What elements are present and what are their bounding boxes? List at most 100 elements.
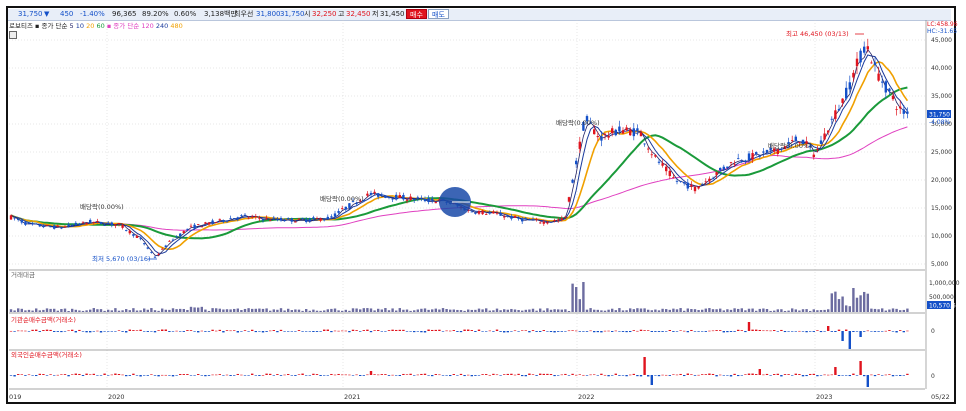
flow-bar	[161, 374, 164, 376]
flow-bar	[305, 331, 308, 332]
flow-bar	[452, 330, 455, 331]
flow-bar	[78, 329, 81, 331]
volume-bar	[755, 310, 758, 312]
flow-bar	[449, 330, 452, 332]
flow-bar	[794, 331, 797, 332]
volume-bar	[891, 308, 895, 312]
flow-bar	[215, 374, 218, 376]
flow-bar	[391, 329, 394, 331]
flow-bar	[387, 375, 391, 376]
flow-bar	[283, 331, 286, 332]
flow-bar	[373, 374, 376, 375]
volume-bar	[589, 308, 592, 312]
flow-bar	[53, 375, 56, 376]
candle-body	[85, 223, 88, 225]
flow-bar	[265, 331, 268, 332]
flow-bar	[859, 331, 862, 337]
volume-bar	[805, 309, 808, 312]
volume-bar	[384, 308, 387, 312]
candle-body	[251, 216, 254, 218]
flow-bar	[258, 331, 261, 332]
flow-bar	[661, 374, 664, 376]
candle-body	[211, 220, 214, 223]
flow-bar	[614, 373, 617, 375]
flow-bar	[333, 330, 337, 332]
candle-body	[719, 167, 722, 171]
candle-body	[74, 222, 77, 226]
volume-bar	[247, 308, 250, 312]
volume-bar	[49, 308, 52, 312]
flow-bar	[164, 329, 167, 331]
candle-body	[686, 182, 689, 189]
flow-bar	[236, 331, 239, 333]
candle-body	[117, 223, 121, 225]
candle-body	[647, 148, 650, 150]
candle-body	[215, 222, 218, 223]
volume-bar	[128, 310, 131, 312]
candle-body	[895, 108, 898, 110]
flow-bar	[643, 330, 646, 331]
flow-bar	[812, 373, 815, 375]
volume-bar	[906, 308, 909, 312]
flow-bar	[719, 374, 722, 376]
candle-body	[791, 140, 794, 141]
flow-bar	[13, 375, 16, 377]
candle-body	[506, 215, 509, 217]
candle-body	[492, 211, 495, 214]
flow-bar	[578, 374, 581, 375]
volume-pane-title: 거래대금	[11, 270, 35, 279]
foreign-bars	[9, 357, 909, 387]
flow-bar	[423, 373, 427, 375]
flow-bar	[312, 373, 315, 375]
flow-bar	[204, 331, 207, 332]
candle-body	[272, 217, 275, 219]
volume-bar	[531, 308, 535, 312]
flow-bar	[186, 330, 189, 331]
flow-bar	[758, 329, 761, 331]
volume-bar	[60, 308, 63, 312]
candle-body	[56, 225, 59, 227]
volume-bar	[557, 309, 560, 312]
volume-bar	[773, 310, 776, 312]
candle-body	[902, 109, 905, 114]
candle-body	[114, 224, 117, 226]
candle-body	[499, 212, 502, 216]
flow-bar	[819, 331, 823, 333]
volume-bar	[150, 308, 153, 312]
flow-bar	[848, 375, 851, 377]
flow-bar	[146, 375, 149, 376]
flow-bar	[128, 329, 131, 331]
candle-body	[855, 58, 859, 67]
candle-body	[207, 222, 211, 225]
flow-bar	[578, 331, 581, 332]
flow-bar	[60, 374, 63, 375]
volume-bar	[305, 309, 308, 312]
flow-bar	[697, 331, 700, 332]
candle-body	[528, 219, 531, 221]
candle-body	[200, 226, 203, 228]
flow-bar	[456, 331, 459, 332]
flow-bar	[783, 331, 787, 333]
flow-bar	[366, 374, 369, 376]
flow-bar	[517, 331, 520, 332]
flow-bar	[827, 326, 830, 331]
flow-bar	[477, 329, 481, 331]
flow-bar	[103, 331, 106, 332]
candle-body	[9, 215, 13, 220]
flow-bar	[542, 373, 545, 375]
candle-body	[71, 224, 74, 226]
volume-bar	[639, 308, 643, 312]
flow-bar	[783, 374, 787, 375]
volume-bar	[654, 309, 657, 312]
lc-label: LC:458.96	[927, 21, 958, 28]
candle-body	[470, 211, 473, 213]
price-axis-tick: 5,000	[931, 261, 948, 268]
volume-bar	[416, 309, 419, 312]
candle-body	[67, 224, 70, 227]
candle-body	[38, 224, 41, 227]
volume-bar	[776, 309, 779, 312]
candle-body	[607, 135, 610, 138]
flow-bar	[593, 331, 596, 333]
volume-bar	[92, 308, 95, 312]
flow-bar	[27, 331, 31, 332]
